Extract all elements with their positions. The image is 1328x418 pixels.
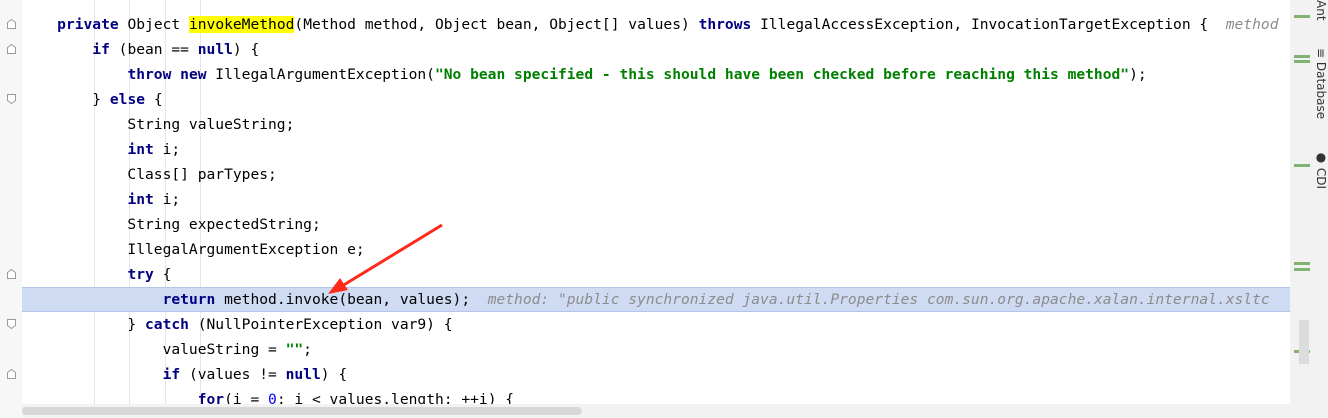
code-token: null <box>285 366 321 383</box>
marker-stripe[interactable] <box>1294 60 1310 63</box>
cdi-tab-label: CDI <box>1314 167 1328 189</box>
code-token: (values != <box>180 366 286 383</box>
fold-marker-icon[interactable] <box>7 269 16 279</box>
code-token: null <box>197 41 233 58</box>
code-line[interactable]: throw new IllegalArgumentException("No b… <box>22 62 1290 87</box>
code-line[interactable]: if (values != null) { <box>22 362 1290 387</box>
code-token: String valueString; <box>22 116 295 133</box>
database-tool-tab[interactable]: ≡ Database <box>1312 48 1328 119</box>
fold-marker-icon[interactable] <box>7 319 16 329</box>
code-token: ) { <box>320 366 348 383</box>
marker-stripe[interactable] <box>1294 15 1310 18</box>
code-token: IllegalAccessException, InvocationTarget… <box>751 16 1226 33</box>
marker-stripe[interactable] <box>1294 268 1310 271</box>
ant-tool-tab[interactable]: Ant <box>1312 0 1328 21</box>
code-token: throw new <box>127 66 207 83</box>
code-token: (NullPointerException var9) { <box>188 316 453 333</box>
code-line[interactable]: valueString = ""; <box>22 337 1290 362</box>
code-token: String expectedString; <box>22 216 321 233</box>
fold-marker-icon[interactable] <box>7 94 16 104</box>
ant-tab-label: Ant <box>1314 0 1328 21</box>
code-line[interactable]: if (bean == null) { <box>22 37 1290 62</box>
search-match: invokeMethod <box>188 16 295 33</box>
marker-stripe[interactable] <box>1294 55 1310 58</box>
code-token: { <box>145 91 163 108</box>
code-token: ; i < values.length; ++i) { <box>276 391 515 404</box>
code-token: Object <box>118 16 189 33</box>
code-token: (Method method, Object bean, Object[] va… <box>294 16 699 33</box>
code-token: (bean == <box>109 41 198 58</box>
code-token: if <box>92 41 110 58</box>
code-token: IllegalArgumentException e; <box>22 241 365 258</box>
code-editor[interactable]: private Object invokeMethod(Method metho… <box>22 0 1290 404</box>
code-line[interactable]: } else { <box>22 87 1290 112</box>
database-tab-label: Database <box>1314 61 1328 120</box>
current-line[interactable]: return method.invoke(bean, values); meth… <box>22 287 1290 312</box>
horizontal-scrollbar-thumb[interactable] <box>22 407 582 415</box>
code-token: ) { <box>232 41 260 58</box>
code-token: valueString = <box>22 341 286 358</box>
code-line[interactable]: Class[] parTypes; <box>22 162 1290 187</box>
code-token: } <box>22 316 146 333</box>
code-token: ); <box>1129 66 1147 83</box>
code-token: int <box>127 141 154 158</box>
editor-gutter <box>0 0 22 418</box>
database-icon: ≡ <box>1314 48 1328 62</box>
code-token: } <box>22 91 110 108</box>
marker-stripe[interactable] <box>1294 262 1310 265</box>
code-token: (i = <box>224 391 269 404</box>
code-line[interactable]: IllegalArgumentException e; <box>22 237 1290 262</box>
code-token: Class[] parTypes; <box>22 166 277 183</box>
code-line[interactable]: int i; <box>22 187 1290 212</box>
annotation-arrow <box>328 223 443 294</box>
code-line[interactable]: for(i = 0; i < values.length; ++i) { <box>22 387 1290 404</box>
code-line[interactable]: String expectedString; <box>22 212 1290 237</box>
inline-debug-value: method: "public synchronized java.util.P… <box>487 291 1270 308</box>
marker-stripe[interactable] <box>1294 164 1310 167</box>
code-token: private <box>57 16 119 33</box>
code-token: try <box>127 266 154 283</box>
code-line[interactable]: String valueString; <box>22 112 1290 137</box>
fold-marker-icon[interactable] <box>7 369 16 379</box>
code-token: "No bean specified - this should have be… <box>434 66 1130 83</box>
code-token: if <box>162 366 181 383</box>
code-token: else <box>109 91 146 108</box>
code-token: i; <box>153 191 181 208</box>
code-line[interactable]: private Object invokeMethod(Method metho… <box>22 12 1290 37</box>
fold-marker-icon[interactable] <box>7 44 16 54</box>
cdi-icon: ● <box>1314 150 1328 168</box>
vertical-scrollbar-thumb[interactable] <box>1299 320 1309 364</box>
cdi-tool-tab[interactable]: ● CDI <box>1312 150 1328 189</box>
code-token: "" <box>285 341 304 358</box>
horizontal-scrollbar[interactable] <box>22 404 1290 418</box>
code-token: ; <box>303 341 312 358</box>
code-line[interactable]: } catch (NullPointerException var9) { <box>22 312 1290 337</box>
code-token: IllegalArgumentException( <box>206 66 435 83</box>
fold-marker-icon[interactable] <box>7 19 16 29</box>
code-token: catch <box>145 316 189 333</box>
code-token: throws <box>698 16 752 33</box>
code-line[interactable]: int i; <box>22 137 1290 162</box>
code-token: for <box>197 391 225 404</box>
code-token: return <box>162 291 216 308</box>
code-line[interactable]: try { <box>22 262 1290 287</box>
code-token: i; <box>153 141 181 158</box>
code-token: int <box>127 191 154 208</box>
code-token: { <box>153 266 172 283</box>
inline-debug-value: method <box>1225 16 1279 33</box>
code-token: 0 <box>268 391 277 404</box>
